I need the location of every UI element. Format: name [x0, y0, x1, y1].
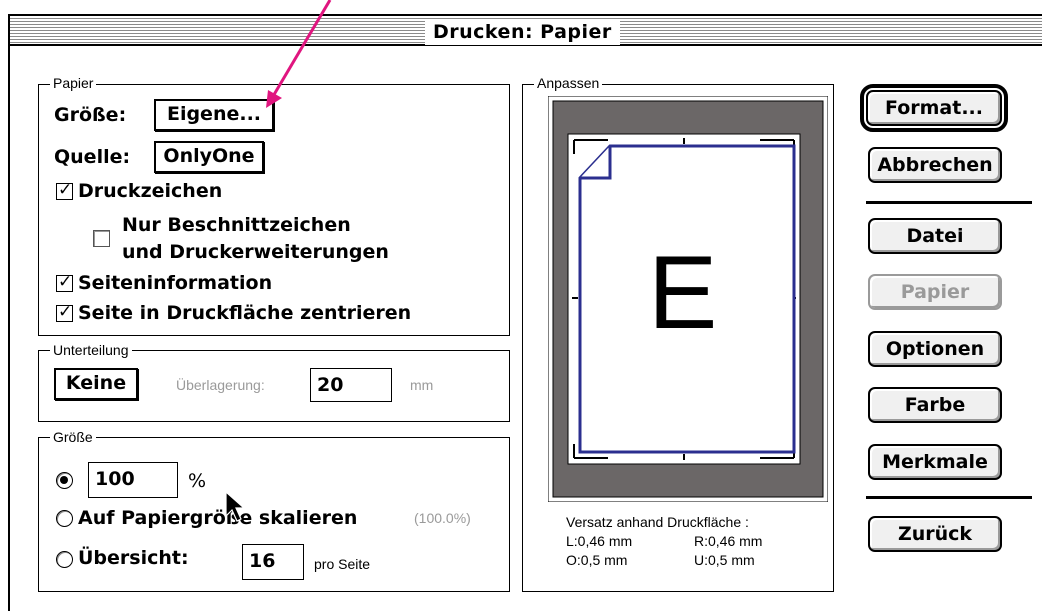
skalieren-label: Auf Papiergröße skalieren: [78, 507, 358, 529]
farbe-button[interactable]: Farbe: [868, 387, 1002, 423]
uebersicht-label: Übersicht:: [78, 547, 189, 569]
mouse-pointer-icon: [225, 490, 246, 522]
offset-top: O:0,5 mm: [566, 552, 628, 568]
window-title: Drucken: Papier: [425, 19, 620, 45]
nur-beschnittzeichen-checkbox[interactable]: [93, 230, 110, 247]
papier-group-label: Papier: [50, 76, 97, 90]
quelle-popup[interactable]: OnlyOne: [154, 141, 264, 173]
druckerweiterungen-label: und Druckerweiterungen: [122, 241, 389, 263]
offset-bottom: U:0,5 mm: [694, 552, 755, 568]
preview-letter: E: [648, 235, 718, 351]
zentrieren-checkbox[interactable]: [56, 302, 73, 322]
zurueck-button[interactable]: Zurück: [868, 516, 1002, 552]
ueberlagerung-unit: mm: [410, 377, 434, 393]
datei-button[interactable]: Datei: [868, 218, 1002, 254]
abbrechen-button[interactable]: Abbrechen: [868, 147, 1002, 183]
druckzeichen-checkbox[interactable]: [56, 180, 73, 200]
druckzeichen-label: Druckzeichen: [78, 180, 223, 202]
uebersicht-radio[interactable]: [56, 551, 73, 568]
percent-field[interactable]: 100: [88, 462, 178, 498]
percent-radio[interactable]: [56, 472, 73, 489]
skalieren-radio[interactable]: [56, 510, 73, 527]
skalieren-value: (100.0%): [414, 510, 471, 526]
optionen-button[interactable]: Optionen: [868, 331, 1002, 367]
percent-sign: %: [188, 470, 207, 492]
page-preview: E: [548, 96, 828, 502]
button-separator-top: [866, 201, 1032, 204]
ueberlagerung-label: Überlagerung:: [176, 377, 265, 393]
offset-left: L:0,46 mm: [566, 533, 633, 549]
pro-seite-label: pro Seite: [314, 556, 371, 572]
zentrieren-label: Seite in Druckfläche zentrieren: [78, 302, 412, 324]
button-separator-bottom: [866, 496, 1032, 499]
format-button[interactable]: Format...: [860, 84, 1008, 132]
seiteninformation-label: Seiteninformation: [78, 272, 273, 294]
quelle-label: Quelle:: [54, 146, 131, 168]
anpassen-group-label: Anpassen: [534, 76, 603, 90]
seiteninformation-checkbox[interactable]: [56, 272, 73, 292]
ueberlagerung-field[interactable]: 20: [310, 368, 392, 402]
versatz-title: Versatz anhand Druckfläche :: [566, 514, 749, 530]
merkmale-button[interactable]: Merkmale: [868, 444, 1002, 480]
unterteilung-popup[interactable]: Keine: [54, 368, 138, 400]
unterteilung-group-label: Unterteilung: [50, 343, 132, 357]
nur-beschnittzeichen-label: Nur Beschnittzeichen: [122, 214, 351, 236]
groesse-popup[interactable]: Eigene...: [154, 99, 274, 131]
offset-right: R:0,46 mm: [694, 533, 763, 549]
groesse-label: Größe:: [54, 104, 127, 126]
groesse-group-label: Größe: [50, 430, 96, 444]
papier-button: Papier: [868, 274, 1002, 310]
uebersicht-field[interactable]: 16: [242, 544, 304, 580]
